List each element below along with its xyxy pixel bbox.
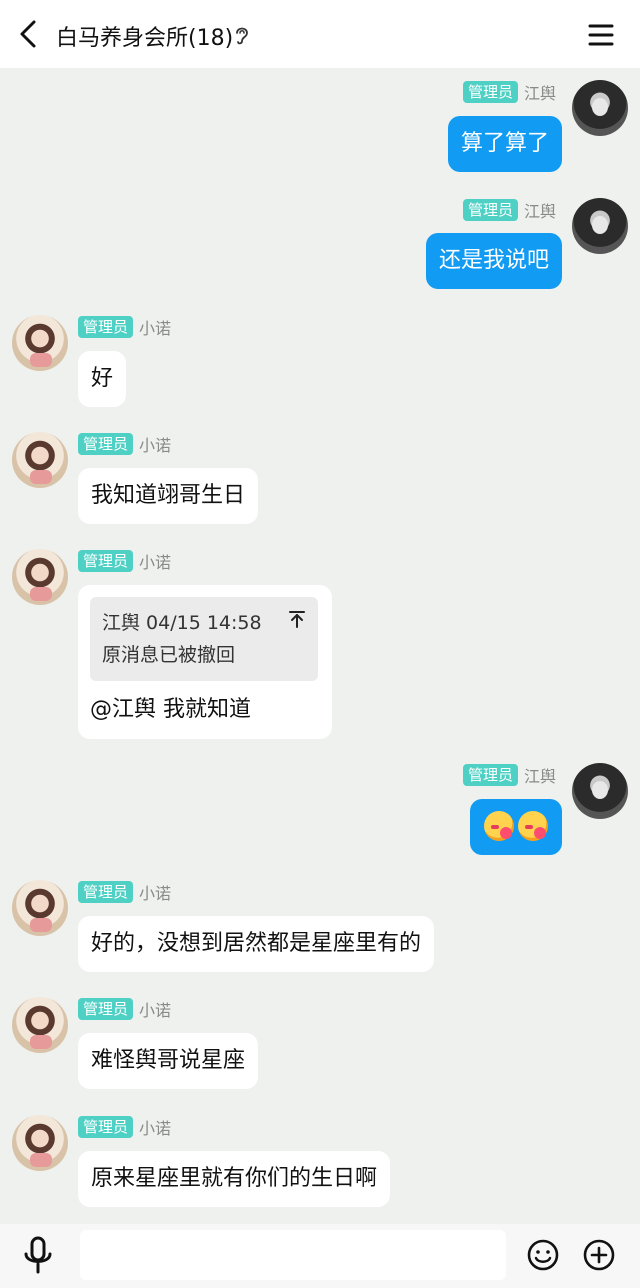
admin-badge: 管理员: [462, 764, 518, 786]
admin-badge: 管理员: [78, 433, 134, 455]
microphone-icon: [24, 1236, 52, 1274]
chevron-left-icon: [20, 20, 36, 48]
voice-button[interactable]: [20, 1234, 56, 1278]
message-bubble[interactable]: 算了算了: [447, 116, 562, 172]
sender-name: 江舆: [523, 202, 556, 221]
avatar[interactable]: [12, 432, 68, 488]
avatar[interactable]: [572, 80, 628, 136]
back-button[interactable]: [10, 14, 46, 54]
sender-name: 江舆: [523, 84, 556, 103]
jump-to-original-icon[interactable]: [288, 609, 306, 629]
quote-author-time: 江舆 04/15 14:58: [102, 612, 262, 634]
sender-name: 小诺: [139, 319, 172, 338]
sender-meta: 管理员 小诺: [78, 880, 171, 904]
admin-badge: 管理员: [78, 316, 134, 338]
sender-meta: 管理员 江舆: [462, 80, 556, 104]
avatar[interactable]: [12, 880, 68, 936]
sender-name: 小诺: [139, 884, 172, 903]
plus-circle-icon: [583, 1239, 615, 1271]
avatar[interactable]: [12, 315, 68, 371]
sender-meta: 管理员 小诺: [78, 432, 171, 456]
avatar[interactable]: [572, 198, 628, 254]
sender-name: 江舆: [523, 767, 556, 786]
message-bubble[interactable]: 好的，没想到居然都是星座里有的: [78, 916, 435, 972]
sender-meta: 管理员 江舆: [462, 763, 556, 787]
sender-name: 小诺: [139, 436, 172, 455]
avatar[interactable]: [12, 549, 68, 605]
avatar[interactable]: [12, 1115, 68, 1171]
quote-content: 原消息已被撤回: [102, 644, 236, 666]
sender-name: 小诺: [139, 1001, 172, 1020]
sender-meta: 管理员 小诺: [78, 1115, 171, 1139]
emoji-message-bubble[interactable]: [470, 799, 562, 855]
sender-meta: 管理员 小诺: [78, 549, 171, 573]
add-button[interactable]: [582, 1238, 616, 1272]
sender-meta: 管理员 小诺: [78, 315, 171, 339]
sender-meta: 管理员 江舆: [462, 198, 556, 222]
message-input[interactable]: [80, 1230, 506, 1280]
message-bubble[interactable]: 原来星座里就有你们的生日啊: [78, 1151, 391, 1207]
message-text: @江舆 我就知道: [90, 697, 251, 722]
face-savoring-food-emoji: [518, 811, 548, 841]
smiley-icon: [527, 1239, 559, 1271]
face-savoring-food-emoji: [484, 811, 514, 841]
admin-badge: 管理员: [462, 199, 518, 221]
message-bubble[interactable]: 还是我说吧: [425, 233, 562, 289]
ear-icon: [236, 27, 248, 45]
avatar[interactable]: [12, 997, 68, 1053]
sender-name: 小诺: [139, 1119, 172, 1138]
message-bubble[interactable]: 难怪舆哥说星座: [78, 1033, 259, 1089]
admin-badge: 管理员: [78, 881, 134, 903]
message-bubble[interactable]: 好: [78, 351, 127, 407]
menu-button[interactable]: [584, 18, 618, 52]
input-bar: [0, 1224, 640, 1288]
quoted-message[interactable]: 江舆 04/15 14:58 原消息已被撤回: [90, 597, 318, 681]
chat-header: 白马养身会所(18): [0, 0, 640, 68]
message-bubble[interactable]: 我知道翊哥生日: [78, 468, 259, 524]
emoji-button[interactable]: [526, 1238, 560, 1272]
reply-message-bubble[interactable]: 江舆 04/15 14:58 原消息已被撤回 @江舆 我就知道: [78, 585, 332, 739]
sender-meta: 管理员 小诺: [78, 997, 171, 1021]
admin-badge: 管理员: [78, 550, 134, 572]
admin-badge: 管理员: [462, 81, 518, 103]
sender-name: 小诺: [139, 553, 172, 572]
avatar[interactable]: [572, 763, 628, 819]
chat-title: 白马养身会所(18): [56, 26, 234, 51]
admin-badge: 管理员: [78, 998, 134, 1020]
hamburger-menu-icon: [588, 24, 614, 46]
admin-badge: 管理员: [78, 1116, 134, 1138]
